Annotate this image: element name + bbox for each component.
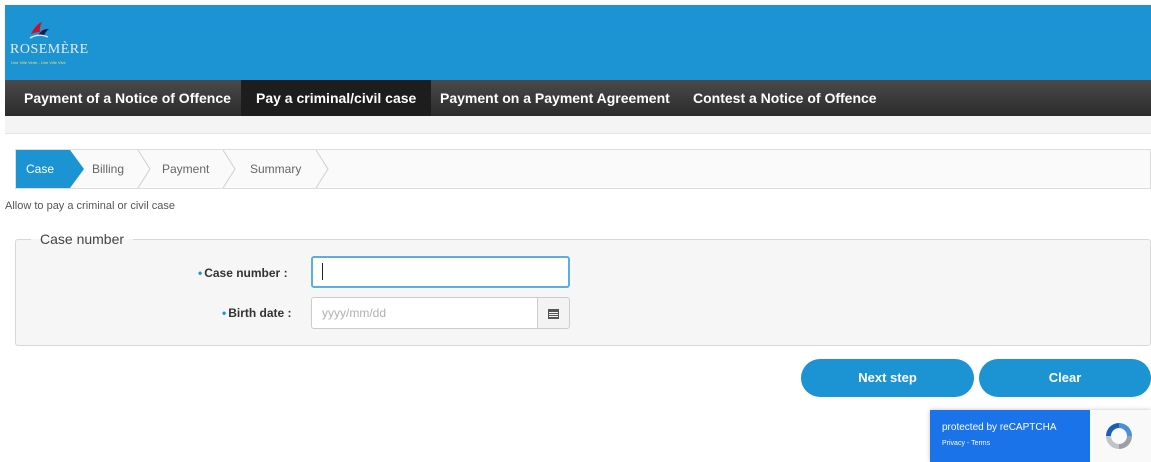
nav-item-notice-payment[interactable]: Payment of a Notice of Offence [9, 80, 246, 116]
logo-tagline: Une Ville Verte - Une Ville Vive [11, 60, 66, 65]
rosemere-logo[interactable]: ROSEMÈRE Une Ville Verte - Une Ville Viv… [10, 20, 88, 70]
step-summary[interactable]: Summary [250, 150, 301, 188]
terms-link[interactable]: Terms [971, 440, 990, 447]
bird-logo-icon [29, 22, 49, 39]
site-header: ROSEMÈRE Une Ville Verte - Une Ville Viv… [5, 5, 1151, 80]
logo-wordmark: ROSEMÈRE [10, 42, 89, 57]
birth-date-label: • Birth date : [222, 306, 292, 320]
required-marker: • [198, 266, 203, 280]
step-billing[interactable]: Billing [92, 150, 124, 188]
fieldset-legend: Case number [40, 231, 125, 247]
step-case[interactable]: Case [16, 150, 84, 188]
next-step-button[interactable]: Next step [801, 359, 974, 397]
nav-item-contest-notice[interactable]: Contest a Notice of Offence [678, 80, 892, 116]
main-nav: Payment of a Notice of Offence Pay a cri… [5, 80, 1151, 123]
nav-item-criminal-civil-case[interactable]: Pay a criminal/civil case [241, 80, 432, 123]
birth-date-input[interactable] [311, 297, 538, 329]
case-number-label: • Case number : [198, 266, 288, 280]
required-marker: • [222, 306, 227, 320]
step-wizard: Case Billing Payment Summary [15, 149, 1151, 189]
step-separator-icon [222, 150, 236, 188]
nav-item-payment-agreement[interactable]: Payment on a Payment Agreement [425, 80, 685, 116]
recaptcha-protected-text: protected by reCAPTCHA [942, 422, 1057, 433]
case-number-input[interactable] [311, 256, 570, 288]
calendar-icon [548, 309, 559, 319]
page-description: Allow to pay a criminal or civil case [5, 200, 175, 212]
step-payment[interactable]: Payment [162, 150, 209, 188]
nav-item-label: Pay a criminal/civil case [256, 90, 417, 106]
case-number-fieldset: Case number [15, 231, 1151, 346]
calendar-button[interactable] [537, 297, 570, 329]
privacy-link[interactable]: Privacy [942, 440, 965, 447]
text-cursor [322, 263, 323, 280]
recaptcha-info-panel: protected by reCAPTCHA Privacy - Terms [930, 410, 1090, 462]
recaptcha-logo-icon [1106, 423, 1132, 449]
step-separator-icon [315, 150, 329, 188]
step-separator-icon [137, 150, 151, 188]
sub-header-bar [5, 116, 1151, 134]
recaptcha-links: Privacy - Terms [942, 440, 990, 447]
clear-button[interactable]: Clear [979, 359, 1151, 397]
recaptcha-badge[interactable]: protected by reCAPTCHA Privacy - Terms [930, 410, 1151, 462]
